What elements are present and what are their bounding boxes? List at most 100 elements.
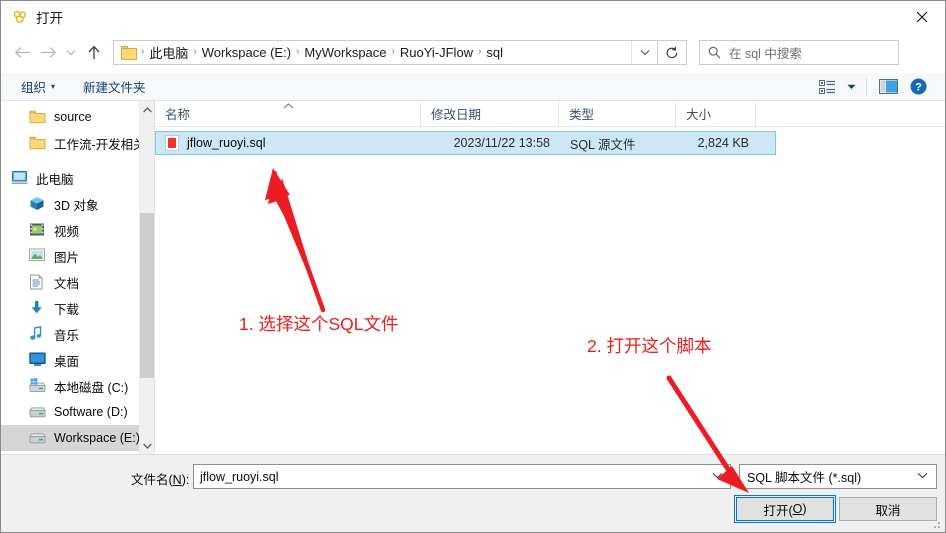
breadcrumb-separator: › <box>391 46 396 57</box>
navigation-bar: › 此电脑 › Workspace (E:) › MyWorkspace › R… <box>1 32 945 73</box>
open-label-post: ) <box>802 502 806 516</box>
scroll-up-icon[interactable] <box>140 101 154 118</box>
sidebar-item-label: 文档 <box>54 273 79 292</box>
view-list-icon[interactable] <box>812 75 842 99</box>
arrow-right-icon[interactable] <box>35 40 61 66</box>
filename-input[interactable]: jflow_ruoyi.sql <box>193 464 731 489</box>
sidebar-item-label: 音乐 <box>54 325 79 344</box>
chevron-down-icon[interactable] <box>917 471 928 482</box>
divider <box>866 78 867 96</box>
help-icon[interactable]: ? <box>903 75 933 99</box>
arrow-left-icon[interactable] <box>9 40 35 66</box>
view-chevron-down-icon[interactable] <box>842 75 860 99</box>
navigation-sidebar[interactable]: source 工作流-开发相关 <box>1 101 154 454</box>
file-name-label: jflow_ruoyi.sql <box>187 136 266 150</box>
preview-pane-icon[interactable] <box>873 75 903 99</box>
column-header-type[interactable]: 类型 <box>559 101 676 126</box>
scroll-down-icon[interactable] <box>140 437 154 454</box>
column-header-filler <box>756 101 945 126</box>
music-icon <box>29 326 46 343</box>
address-bar[interactable]: › 此电脑 › Workspace (E:) › MyWorkspace › R… <box>113 40 658 65</box>
file-list-pane[interactable]: 名称 修改日期 类型 大小 jflow_ruoyi.sql <box>155 101 945 454</box>
sidebar-item-label: Software (D:) <box>54 405 128 419</box>
open-button[interactable]: 打开(O) <box>736 497 834 521</box>
sidebar-spacer <box>1 156 154 165</box>
search-icon <box>708 46 721 59</box>
sidebar-item-software-d[interactable]: Software (D:) <box>1 399 154 425</box>
sidebar-item-label: source <box>54 110 92 124</box>
cancel-button[interactable]: 取消 <box>839 497 937 521</box>
folder-icon <box>29 109 46 126</box>
file-type-filter-value: SQL 脚本文件 (*.sql) <box>747 467 861 486</box>
sidebar-item-documents[interactable]: 文档 <box>1 269 154 295</box>
sidebar-item-workspace-e[interactable]: Workspace (E:) <box>1 425 154 451</box>
arrow-up-icon[interactable] <box>81 40 107 66</box>
filename-label-post: ): <box>182 473 190 487</box>
close-icon[interactable] <box>899 1 945 32</box>
drive-icon <box>29 430 46 447</box>
annotation-step-2: 2. 打开这个脚本 <box>587 333 711 358</box>
file-type-filter-combobox[interactable]: SQL 脚本文件 (*.sql) <box>739 464 937 489</box>
3d-objects-icon <box>29 196 46 213</box>
file-type-cell: SQL 源文件 <box>560 134 677 153</box>
column-header-size[interactable]: 大小 <box>676 101 756 126</box>
sidebar-item-label: 3D 对象 <box>54 195 98 214</box>
documents-icon <box>29 274 46 291</box>
filename-label-pre: 文件名( <box>131 473 173 487</box>
annotation-step-1: 1. 选择这个SQL文件 <box>239 311 398 336</box>
column-header-date[interactable]: 修改日期 <box>421 101 559 126</box>
breadcrumb-item-2[interactable]: MyWorkspace <box>300 45 390 60</box>
scrollbar-thumb[interactable] <box>140 213 154 378</box>
windows-drive-icon <box>29 378 46 395</box>
sidebar-item-label: 工作流-开发相关 <box>54 134 146 153</box>
column-header-label: 类型 <box>569 104 594 123</box>
column-header-name[interactable]: 名称 <box>155 101 421 126</box>
breadcrumb-separator: › <box>295 46 300 57</box>
sidebar-item-3d-objects[interactable]: 3D 对象 <box>1 191 154 217</box>
sidebar-list: source 工作流-开发相关 <box>1 101 154 454</box>
resize-grip[interactable] <box>930 518 942 530</box>
window-title: 打开 <box>36 7 63 27</box>
sort-ascending-icon <box>283 102 294 111</box>
open-label-pre: 打开( <box>763 500 792 519</box>
sidebar-scrollbar[interactable] <box>139 101 154 454</box>
search-input[interactable]: 在 sql 中搜索 <box>699 40 899 65</box>
breadcrumb-item-1[interactable]: Workspace (E:) <box>198 45 295 60</box>
open-label-key: O <box>793 502 803 516</box>
open-file-dialog: 打开 <box>0 0 946 533</box>
sidebar-item-local-disk-c[interactable]: 本地磁盘 (C:) <box>1 373 154 399</box>
breadcrumb-item-3[interactable]: RuoYi-JFlow <box>396 45 477 60</box>
open-folder-icon <box>11 8 29 26</box>
sidebar-item-source[interactable]: source <box>1 104 154 130</box>
command-bar-right: ? <box>812 75 945 99</box>
chevron-down-icon: ▾ <box>51 82 55 91</box>
file-size-cell: 2,824 KB <box>677 136 757 150</box>
command-bar: 组织 ▾ 新建文件夹 <box>1 73 945 101</box>
sidebar-item-label: 视频 <box>54 221 79 240</box>
chevron-down-icon[interactable] <box>631 41 657 64</box>
sidebar-item-pictures[interactable]: 图片 <box>1 243 154 269</box>
column-header-row: 名称 修改日期 类型 大小 <box>155 101 945 127</box>
sidebar-item-videos[interactable]: 视频 <box>1 217 154 243</box>
sidebar-item-label: 下载 <box>54 299 79 318</box>
file-date-cell: 2023/11/22 13:58 <box>422 136 560 150</box>
sql-file-icon <box>165 135 179 151</box>
breadcrumb-item-4[interactable]: sql <box>482 45 507 60</box>
organize-button[interactable]: 组织 ▾ <box>15 77 61 96</box>
chevron-down-icon[interactable] <box>712 471 723 482</box>
sidebar-item-workflow-dev[interactable]: 工作流-开发相关 <box>1 130 154 156</box>
cancel-label: 取消 <box>875 500 900 519</box>
file-rows: jflow_ruoyi.sql 2023/11/22 13:58 SQL 源文件… <box>155 131 945 155</box>
drive-icon <box>29 404 46 421</box>
sidebar-item-this-pc[interactable]: 此电脑 <box>1 165 154 191</box>
filename-label-key: N <box>173 473 182 487</box>
breadcrumb-item-0[interactable]: 此电脑 <box>145 43 192 62</box>
new-folder-button[interactable]: 新建文件夹 <box>77 77 152 96</box>
refresh-icon[interactable] <box>657 40 687 65</box>
chevron-down-icon[interactable] <box>61 40 81 66</box>
sidebar-item-desktop[interactable]: 桌面 <box>1 347 154 373</box>
folder-icon <box>121 46 138 60</box>
sidebar-item-downloads[interactable]: 下载 <box>1 295 154 321</box>
sidebar-item-music[interactable]: 音乐 <box>1 321 154 347</box>
table-row[interactable]: jflow_ruoyi.sql 2023/11/22 13:58 SQL 源文件… <box>155 131 776 155</box>
